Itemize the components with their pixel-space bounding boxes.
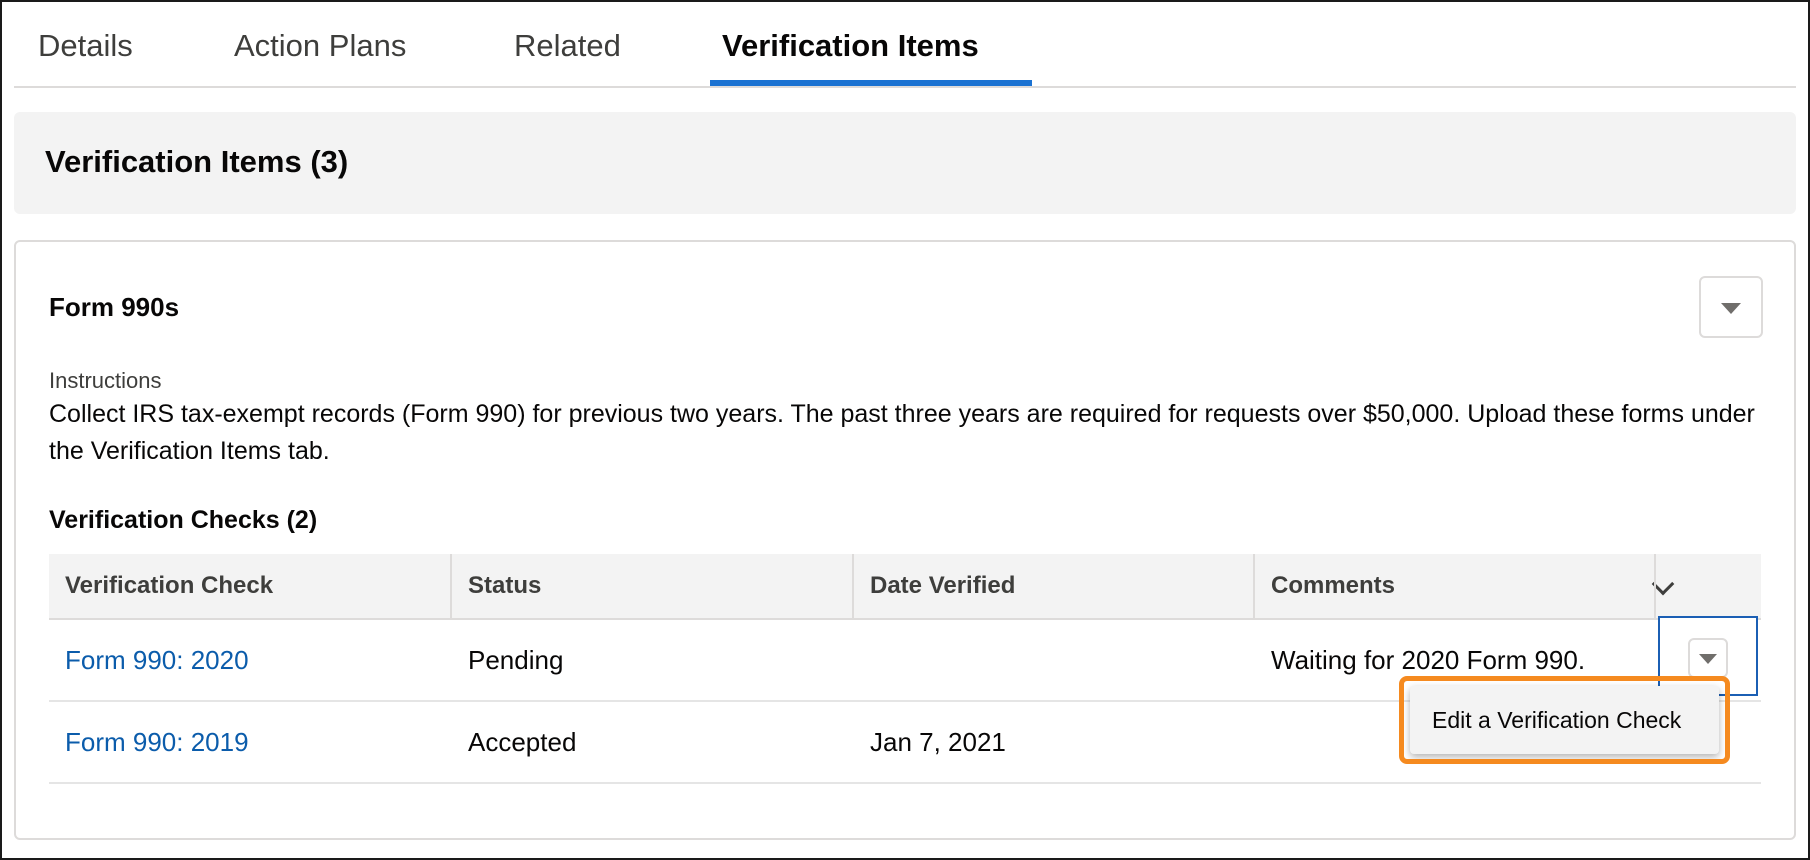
- date-verified-cell: Jan 7, 2021: [870, 727, 1006, 757]
- column-header-verification-check[interactable]: Verification Check: [49, 554, 273, 618]
- tab-details[interactable]: Details: [38, 28, 133, 64]
- active-tab-indicator: [710, 80, 1032, 86]
- verification-checks-title: Verification Checks (2): [49, 506, 318, 534]
- instructions-text: Collect IRS tax-exempt records (Form 990…: [49, 400, 1755, 465]
- status-cell: Accepted: [468, 727, 577, 757]
- table-header: Verification Check Status Date Verified …: [49, 554, 1761, 620]
- tab-related[interactable]: Related: [514, 28, 621, 64]
- related-list-header: Verification Items (3): [14, 112, 1796, 214]
- chevron-down-icon: [1721, 303, 1741, 314]
- date-verified-cell: [854, 620, 870, 700]
- row-actions-inner: [1688, 638, 1728, 678]
- card-title: Form 990s: [49, 292, 180, 322]
- column-header-status[interactable]: Status: [452, 554, 541, 618]
- status-cell: Pending: [468, 645, 564, 675]
- card-menu-button[interactable]: [1699, 276, 1763, 338]
- column-header-date-verified[interactable]: Date Verified: [854, 554, 1015, 618]
- callout-highlight: [1399, 676, 1730, 764]
- instructions-label: Instructions: [49, 368, 162, 393]
- tab-bar: Details Action Plans Related Verificatio…: [14, 2, 1796, 88]
- chevron-down-icon: [1699, 654, 1717, 664]
- comments-cell: [1255, 702, 1271, 782]
- column-header-comments[interactable]: Comments: [1255, 554, 1695, 618]
- tab-action-plans[interactable]: Action Plans: [234, 28, 406, 64]
- verification-check-link[interactable]: Form 990: 2020: [49, 620, 249, 700]
- column-divider: [1654, 554, 1656, 618]
- page-title: Verification Items (3): [45, 144, 349, 179]
- tab-verification-items[interactable]: Verification Items: [722, 28, 979, 64]
- window-frame: Details Action Plans Related Verificatio…: [0, 0, 1810, 860]
- verification-check-link[interactable]: Form 990: 2019: [49, 702, 249, 782]
- column-header-comments-label: Comments: [1271, 572, 1396, 599]
